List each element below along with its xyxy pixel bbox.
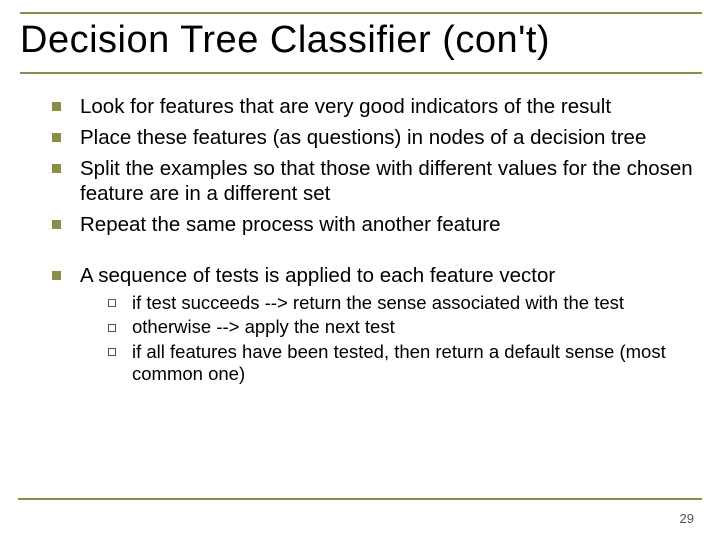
slide-body: Look for features that are very good ind… — [20, 94, 702, 386]
bullet-text: A sequence of tests is applied to each f… — [80, 264, 555, 287]
list-item: Place these features (as questions) in n… — [52, 125, 694, 150]
slide-title: Decision Tree Classifier (con't) — [20, 20, 702, 62]
title-rule-wrap: Decision Tree Classifier (con't) — [20, 12, 702, 74]
list-item: otherwise --> apply the next test — [108, 316, 694, 339]
bullet-text: Look for features that are very good ind… — [80, 95, 611, 118]
bullet-list-2: A sequence of tests is applied to each f… — [52, 263, 694, 386]
bullet-list-1: Look for features that are very good ind… — [52, 94, 694, 237]
bullet-text: Place these features (as questions) in n… — [80, 126, 646, 149]
bullet-text: Repeat the same process with another fea… — [80, 213, 501, 236]
list-item: A sequence of tests is applied to each f… — [52, 263, 694, 386]
bullet-text: Split the examples so that those with di… — [80, 157, 693, 205]
list-item: Repeat the same process with another fea… — [52, 212, 694, 237]
list-item: if all features have been tested, then r… — [108, 341, 694, 386]
list-item: Split the examples so that those with di… — [52, 156, 694, 206]
page-number: 29 — [680, 511, 694, 526]
footer-rule — [18, 498, 702, 500]
sub-bullet-text: if all features have been tested, then r… — [132, 341, 666, 385]
slide: Decision Tree Classifier (con't) Look fo… — [0, 0, 720, 540]
sub-bullet-text: if test succeeds --> return the sense as… — [132, 292, 624, 313]
list-item: Look for features that are very good ind… — [52, 94, 694, 119]
sub-bullet-text: otherwise --> apply the next test — [132, 316, 395, 337]
sub-bullet-list: if test succeeds --> return the sense as… — [80, 292, 694, 386]
list-item: if test succeeds --> return the sense as… — [108, 292, 694, 315]
